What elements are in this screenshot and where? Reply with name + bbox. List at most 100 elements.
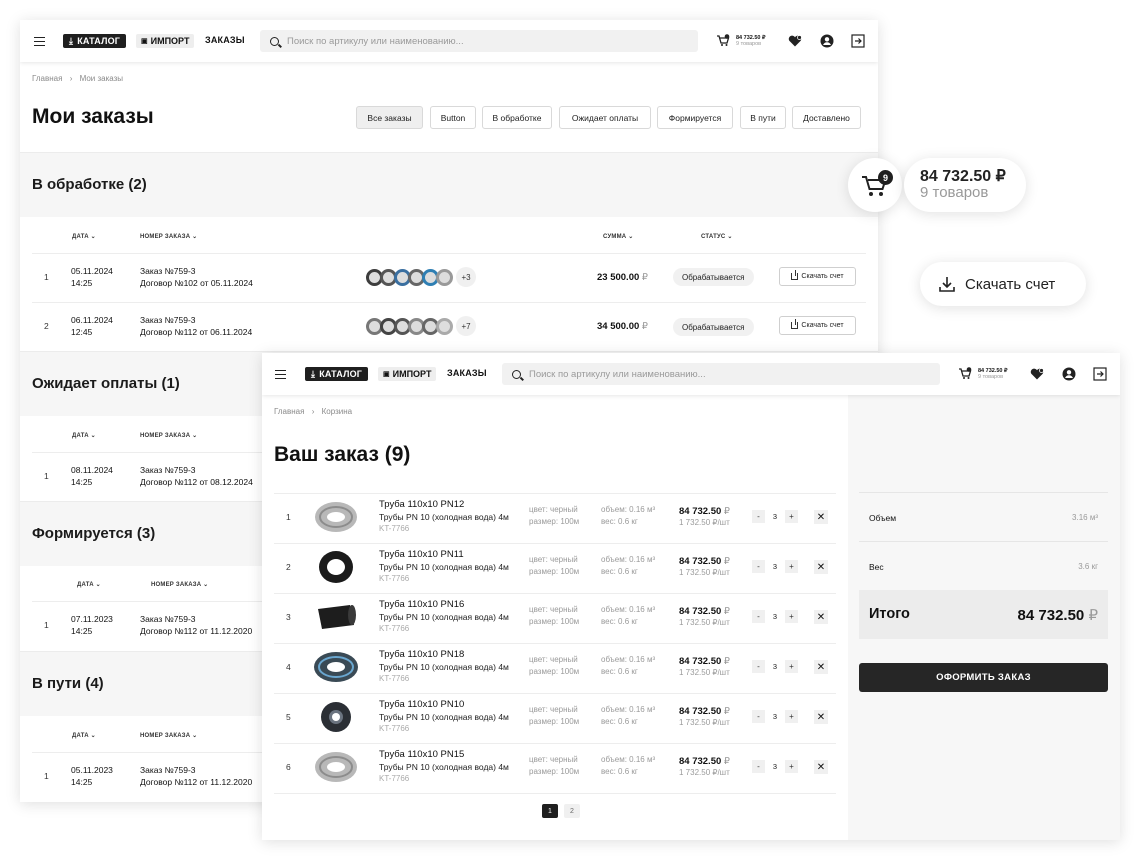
increase-quantity-button[interactable]: + [785,560,798,573]
filter-forming[interactable]: Формируется [657,106,733,129]
more-products-badge[interactable]: +3 [456,267,476,287]
catalog-button[interactable]: ⤓ КАТАЛОГ [63,34,127,48]
orders-link[interactable]: ЗАКАЗЫ [447,368,487,378]
decrease-quantity-button[interactable]: - [752,760,765,773]
logout-icon[interactable] [1093,367,1107,381]
order-sum: 34 500.00 ₽ [597,321,648,332]
filter-delivered[interactable]: Доставлено [792,106,861,129]
filter-awaiting-payment[interactable]: Ожидает оплаты [559,106,651,129]
column-number-sort[interactable]: НОМЕР ЗАКАЗА ⌄ [140,432,197,439]
cart-icon[interactable] [958,367,972,380]
remove-item-icon[interactable]: ✕ [814,660,828,674]
filter-all-orders[interactable]: Все заказы [356,106,423,129]
remove-item-icon[interactable]: ✕ [814,560,828,574]
favorites-heart-icon[interactable] [788,35,802,47]
quantity-value[interactable]: 3 [767,710,783,723]
search-input[interactable]: Поиск по артикулу или наименованию... [502,363,940,385]
column-date-sort[interactable]: ДАТА ⌄ [72,233,96,240]
cart-summary[interactable]: 84 732.50 ₽9 товаров [978,368,1008,380]
product-thumbnails: +3 [366,267,476,287]
download-invoice-button[interactable]: Скачать счет [779,316,856,335]
filter-in-transit[interactable]: В пути [740,106,786,129]
product-thumbnail[interactable] [314,750,360,784]
increase-quantity-button[interactable]: + [785,710,798,723]
column-number-sort[interactable]: НОМЕР ЗАКАЗА ⌄ [151,581,208,588]
filter-processing[interactable]: В обработке [482,106,552,129]
order-number[interactable]: Заказ №759-3 Договор №112 от 11.12.2020 [140,613,252,637]
menu-icon[interactable] [275,370,286,379]
product-size: размер: 100м [529,617,580,626]
quantity-value[interactable]: 3 [767,760,783,773]
decrease-quantity-button[interactable]: - [752,710,765,723]
column-number-sort[interactable]: НОМЕР ЗАКАЗА ⌄ [140,233,197,240]
cart-summary[interactable]: 84 732.50 ₽9 товаров [736,35,766,47]
remove-item-icon[interactable]: ✕ [814,710,828,724]
search-input[interactable]: Поиск по артикулу или наименованию... [260,30,698,52]
quantity-value[interactable]: 3 [767,610,783,623]
page-1-button[interactable]: 1 [542,804,558,818]
product-thumbnail[interactable] [314,500,360,534]
increase-quantity-button[interactable]: + [785,660,798,673]
product-info[interactable]: Труба 110х10 PN11 Трубы PN 10 (холодная в… [379,549,509,585]
column-status-sort[interactable]: СТАТУС ⌄ [701,233,733,240]
column-date-sort[interactable]: ДАТА ⌄ [72,732,96,739]
increase-quantity-button[interactable]: + [785,610,798,623]
column-sum-sort[interactable]: СУММА ⌄ [603,233,633,240]
product-volume: объем: 0.16 м³ [601,705,656,714]
logout-icon[interactable] [851,34,865,48]
increase-quantity-button[interactable]: + [785,510,798,523]
import-button[interactable]: ▣ ИМПОРТ [136,34,195,48]
quantity-value[interactable]: 3 [767,560,783,573]
product-thumbnail[interactable] [314,700,360,734]
decrease-quantity-button[interactable]: - [752,610,765,623]
checkout-button[interactable]: ОФОРМИТЬ ЗАКАЗ [859,663,1108,692]
favorites-heart-icon[interactable] [1030,368,1044,380]
product-info[interactable]: Труба 110х10 PN15 Трубы PN 10 (холодная в… [379,749,509,785]
product-price-block: 84 732.50 ₽1 732.50 ₽/шт [679,506,730,528]
remove-item-icon[interactable]: ✕ [814,760,828,774]
breadcrumb-home[interactable]: Главная [32,74,62,83]
download-invoice-button[interactable]: Скачать счет [779,267,856,286]
orders-link[interactable]: ЗАКАЗЫ [205,35,245,45]
product-attributes: цвет: черный размер: 100м [529,504,579,528]
product-info[interactable]: Труба 110х10 PN10 Трубы PN 10 (холодная в… [379,699,509,735]
product-thumbnail[interactable] [314,600,360,634]
column-number-sort[interactable]: НОМЕР ЗАКАЗА ⌄ [140,732,197,739]
filter-button[interactable]: Button [430,106,476,129]
increase-quantity-button[interactable]: + [785,760,798,773]
import-button[interactable]: ▣ ИМПОРТ [378,367,437,381]
product-info[interactable]: Труба 110х10 PN16 Трубы PN 10 (холодная в… [379,599,509,635]
chevron-down-icon: ⌄ [628,234,634,240]
decrease-quantity-button[interactable]: - [752,510,765,523]
row-number: 4 [286,662,291,672]
catalog-button[interactable]: ⤓ КАТАЛОГ [305,367,369,381]
user-profile-icon[interactable] [820,34,834,48]
order-number[interactable]: Заказ №759-3 Договор №112 от 06.11.2024 [140,314,252,338]
product-thumbnail[interactable] [314,550,360,584]
floating-cart-button[interactable]: 9 [848,158,902,212]
floating-cart-summary[interactable]: 84 732.50 ₽9 товаров [904,158,1026,212]
quantity-value[interactable]: 3 [767,510,783,523]
order-number[interactable]: Заказ №759-3 Договор №112 от 08.12.2024 [140,464,253,488]
quantity-value[interactable]: 3 [767,660,783,673]
user-profile-icon[interactable] [1062,367,1076,381]
breadcrumb-home[interactable]: Главная [274,407,304,416]
decrease-quantity-button[interactable]: - [752,660,765,673]
column-date-sort[interactable]: ДАТА ⌄ [77,581,101,588]
cart-icon[interactable] [716,34,730,47]
more-products-badge[interactable]: +7 [456,316,476,336]
decrease-quantity-button[interactable]: - [752,560,765,573]
floating-download-invoice-button[interactable]: Скачать счет [920,262,1086,306]
order-number[interactable]: Заказ №759-3 Договор №112 от 11.12.2020 [140,764,252,788]
remove-item-icon[interactable]: ✕ [814,510,828,524]
page-2-button[interactable]: 2 [564,804,580,818]
order-number[interactable]: Заказ №759-3 Договор №102 от 05.11.2024 [140,265,253,289]
column-date-sort[interactable]: ДАТА ⌄ [72,432,96,439]
menu-icon[interactable] [34,37,45,46]
product-thumbnail[interactable] [314,650,360,684]
product-info[interactable]: Труба 110х10 PN12 Трубы PN 10 (холодная в… [379,499,509,535]
product-info[interactable]: Труба 110х10 PN18 Трубы PN 10 (холодная в… [379,649,509,685]
search-placeholder: Поиск по артикулу или наименованию... [287,35,464,47]
remove-item-icon[interactable]: ✕ [814,610,828,624]
product-subtitle: Трубы PN 10 (холодная вода) 4м [379,712,509,722]
